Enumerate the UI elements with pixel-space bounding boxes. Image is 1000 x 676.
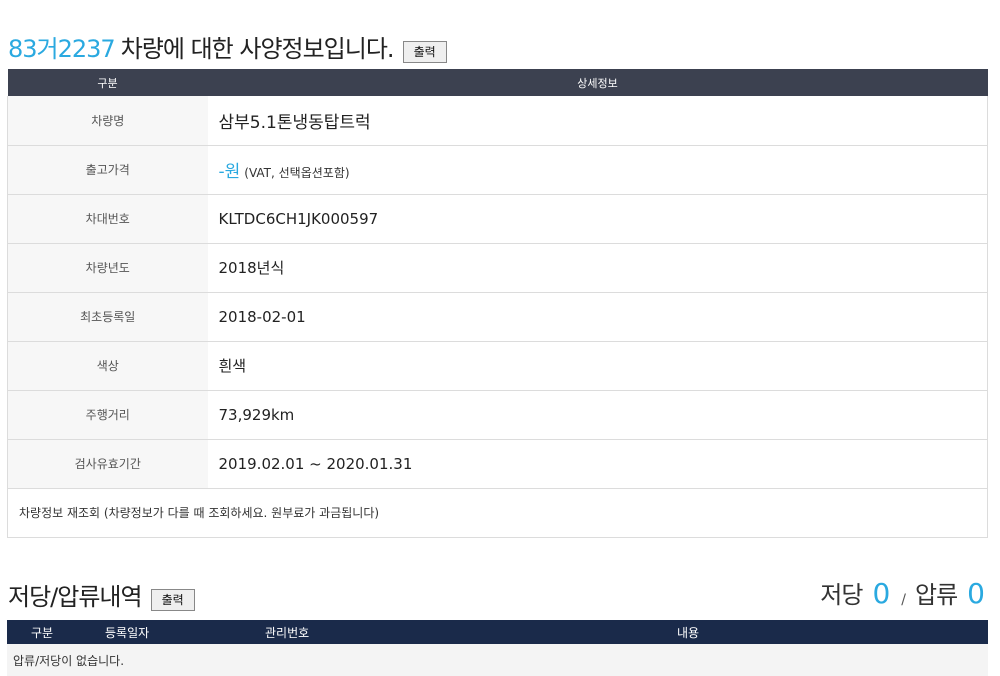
spec-title-text: 차량에 대한 사양정보입니다. — [120, 35, 395, 63]
col-content: 내용 — [667, 620, 988, 644]
mortgage-label: 저당 — [820, 581, 863, 609]
recheck-link[interactable]: 차량정보 재조회 (차량정보가 다를 때 조회하세요. 원부료가 과금됩니다) — [7, 488, 988, 538]
row-label: 차대번호 — [7, 194, 208, 244]
spec-title: 83거2237 차량에 대한 사양정보입니다. 출력 — [8, 30, 447, 64]
lien-table: 구분 등록일자 관리번호 내용 압류/저당이 없습니다. — [7, 620, 988, 676]
row-label: 출고가격 — [7, 145, 208, 195]
seizure-label: 압류 — [915, 581, 958, 609]
table-row: 차량명 삼부5.1톤냉동탑트럭 — [7, 96, 988, 146]
col-category: 구분 — [7, 69, 208, 96]
empty-message: 압류/저당이 없습니다. — [7, 644, 988, 676]
vehicle-name: 삼부5.1톤냉동탑트럭 — [218, 112, 371, 133]
table-row: 주행거리 73,929km — [7, 390, 988, 440]
lien-counts: 저당 0 / 압류 0 — [820, 574, 985, 610]
recheck-row: 차량정보 재조회 (차량정보가 다를 때 조회하세요. 원부료가 과금됩니다) — [7, 488, 988, 538]
seizure-count: 0 — [967, 577, 985, 610]
inspection-period-value: 2019.02.01 ~ 2020.01.31 — [207, 439, 988, 489]
lien-title: 저당/압류내역 출력 — [8, 576, 195, 612]
print-lien-button[interactable]: 출력 — [150, 589, 195, 611]
row-label: 차량명 — [7, 96, 208, 146]
plate-number: 83거2237 — [8, 35, 116, 63]
price-value: -원 — [218, 162, 241, 182]
vin-value: KLTDC6CH1JK000597 — [207, 194, 988, 244]
row-label: 검사유효기간 — [7, 439, 208, 489]
print-spec-button[interactable]: 출력 — [402, 41, 447, 63]
row-value: -원 (VAT, 선택옵션포함) — [207, 145, 988, 195]
table-row: 차대번호 KLTDC6CH1JK000597 — [7, 194, 988, 244]
mileage-value: 73,929km — [207, 390, 988, 440]
table-row: 최초등록일 2018-02-01 — [7, 292, 988, 342]
spec-table: 구분 상세정보 차량명 삼부5.1톤냉동탑트럭 출고가격 -원 (VAT, 선택옵… — [7, 69, 988, 538]
model-year-value: 2018년식 — [207, 243, 988, 293]
price-note: (VAT, 선택옵션포함) — [244, 166, 350, 180]
first-registration-value: 2018-02-01 — [207, 292, 988, 342]
row-label: 주행거리 — [7, 390, 208, 440]
lien-title-text: 저당/압류내역 — [8, 583, 143, 611]
row-label: 색상 — [7, 341, 208, 391]
mortgage-count: 0 — [872, 577, 890, 610]
empty-row: 압류/저당이 없습니다. — [7, 644, 988, 676]
col-detail: 상세정보 — [207, 69, 988, 96]
table-row: 출고가격 -원 (VAT, 선택옵션포함) — [7, 145, 988, 195]
spec-header-row: 구분 상세정보 — [7, 69, 988, 96]
col-type: 구분 — [7, 620, 97, 644]
row-value: 삼부5.1톤냉동탑트럭 — [207, 96, 988, 146]
table-row: 차량년도 2018년식 — [7, 243, 988, 293]
col-reg-date: 등록일자 — [97, 620, 257, 644]
col-mgmt-no: 관리번호 — [257, 620, 667, 644]
row-label: 차량년도 — [7, 243, 208, 293]
table-row: 색상 흰색 — [7, 341, 988, 391]
count-separator: / — [901, 592, 906, 608]
lien-header-row: 구분 등록일자 관리번호 내용 — [7, 620, 988, 644]
row-label: 최초등록일 — [7, 292, 208, 342]
table-row: 검사유효기간 2019.02.01 ~ 2020.01.31 — [7, 439, 988, 489]
color-value: 흰색 — [207, 341, 988, 391]
